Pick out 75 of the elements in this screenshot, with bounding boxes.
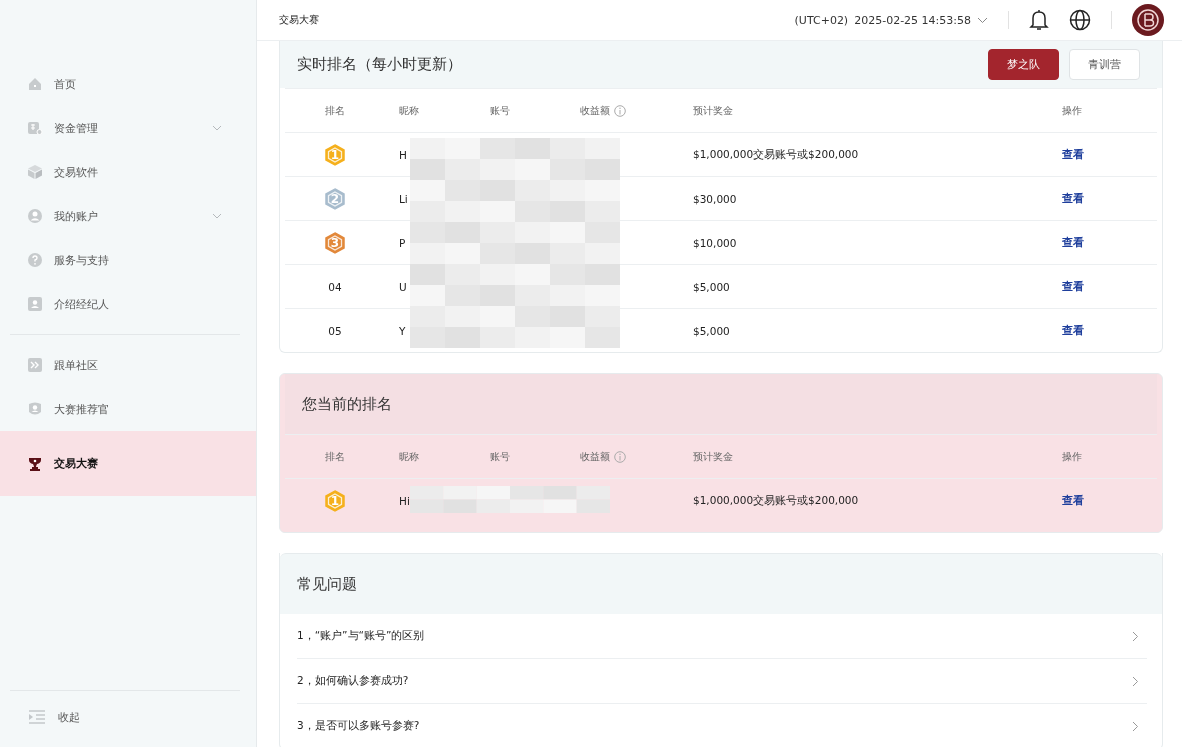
column-header: 排名 (325, 449, 345, 464)
prize-text: $5,000 (693, 324, 730, 337)
view-link[interactable]: 查看 (1062, 323, 1084, 338)
rank-medal: 1 (324, 143, 346, 166)
collapse-button[interactable]: 收起 (10, 703, 240, 731)
rank-medal: 1 (324, 489, 346, 512)
column-header: 预计奖金 (693, 103, 733, 118)
sidebar-item[interactable]: 大赛推荐官 (0, 387, 256, 431)
prize-text: $1,000,000交易账号或$200,000 (693, 147, 859, 162)
faq-item[interactable]: 1，“账户”与“账号”的区别 (297, 614, 1147, 659)
sidebar-item[interactable]: 交易大赛 (0, 431, 256, 496)
globe-icon (1069, 9, 1091, 31)
rank-number: 04 (328, 280, 342, 293)
column-header: 排名 (325, 103, 345, 118)
column-header: 账号 (490, 449, 510, 464)
trophy-icon (27, 455, 43, 472)
team-tab[interactable]: 青训营 (1069, 49, 1140, 80)
prize-text: $30,000 (693, 192, 737, 205)
view-link[interactable]: 查看 (1062, 279, 1084, 294)
rank-medal: 2 (324, 187, 346, 210)
chevron-right-icon (1132, 675, 1139, 687)
chevron-right-icon (1132, 720, 1139, 732)
view-link[interactable]: 查看 (1062, 191, 1084, 206)
nickname-text: Hi (399, 494, 410, 507)
nickname-text: U (399, 280, 407, 293)
cube-icon (27, 164, 43, 180)
faq-item[interactable]: 3，是否可以多账号参赛? (297, 704, 1147, 747)
chevron-down-icon (977, 16, 988, 24)
card-title: 您当前的排名 (302, 394, 392, 414)
indent-icon (28, 709, 46, 725)
column-header: 操作 (1062, 449, 1082, 464)
language-button[interactable] (1069, 9, 1091, 31)
rank-number: 05 (328, 324, 342, 337)
column-header: 昵称 (399, 449, 419, 464)
user-badge-icon (27, 401, 43, 417)
forward-icon (27, 357, 43, 373)
view-link[interactable]: 查看 (1062, 235, 1084, 250)
sidebar-item[interactable]: 服务与支持 (0, 238, 256, 282)
column-header: 预计奖金 (693, 449, 733, 464)
card-title: 实时排名（每小时更新） (297, 55, 462, 74)
rank-medal: 3 (324, 231, 346, 254)
prize-text: $5,000 (693, 280, 730, 293)
column-header: 账号 (490, 103, 510, 118)
nickname-text: Li (399, 192, 408, 205)
prize-text: $10,000 (693, 236, 737, 249)
avatar-icon (1132, 4, 1164, 36)
sidebar-item[interactable]: 我的账户 (0, 194, 256, 238)
nickname-text: Y (399, 324, 406, 337)
dollar-card-icon (27, 120, 43, 136)
bell-icon (1029, 9, 1049, 31)
column-header: 昵称 (399, 103, 419, 118)
contact-card-icon (27, 296, 43, 312)
sidebar-item[interactable]: 资金管理 (0, 106, 256, 150)
sidebar-item[interactable]: 交易软件 (0, 150, 256, 194)
sidebar-item[interactable]: 介绍经纪人 (0, 282, 256, 326)
nickname-text: H (399, 148, 407, 161)
chevron-right-icon (1132, 630, 1139, 642)
card-title: 常见问题 (297, 574, 357, 594)
help-icon (27, 252, 43, 268)
sidebar-item[interactable]: 跟单社区 (0, 343, 256, 387)
faq-item[interactable]: 2，如何确认参赛成功? (297, 659, 1147, 704)
timezone-selector[interactable]: (UTC+02) 2025-02-25 14:53:58 (794, 13, 988, 27)
column-header: 操作 (1062, 103, 1082, 118)
home-icon (27, 76, 43, 92)
page-title: 交易大赛 (279, 13, 319, 27)
team-tab[interactable]: 梦之队 (988, 49, 1059, 80)
column-header: 收益额 (580, 103, 610, 118)
prize-text: $1,000,000交易账号或$200,000 (693, 493, 859, 508)
nickname-text: P (399, 236, 406, 249)
view-link[interactable]: 查看 (1062, 493, 1084, 508)
user-icon (27, 208, 43, 224)
column-header: 收益额 (580, 449, 610, 464)
sidebar-item[interactable]: 首页 (0, 62, 256, 106)
notification-button[interactable] (1029, 9, 1049, 31)
view-link[interactable]: 查看 (1062, 147, 1084, 162)
